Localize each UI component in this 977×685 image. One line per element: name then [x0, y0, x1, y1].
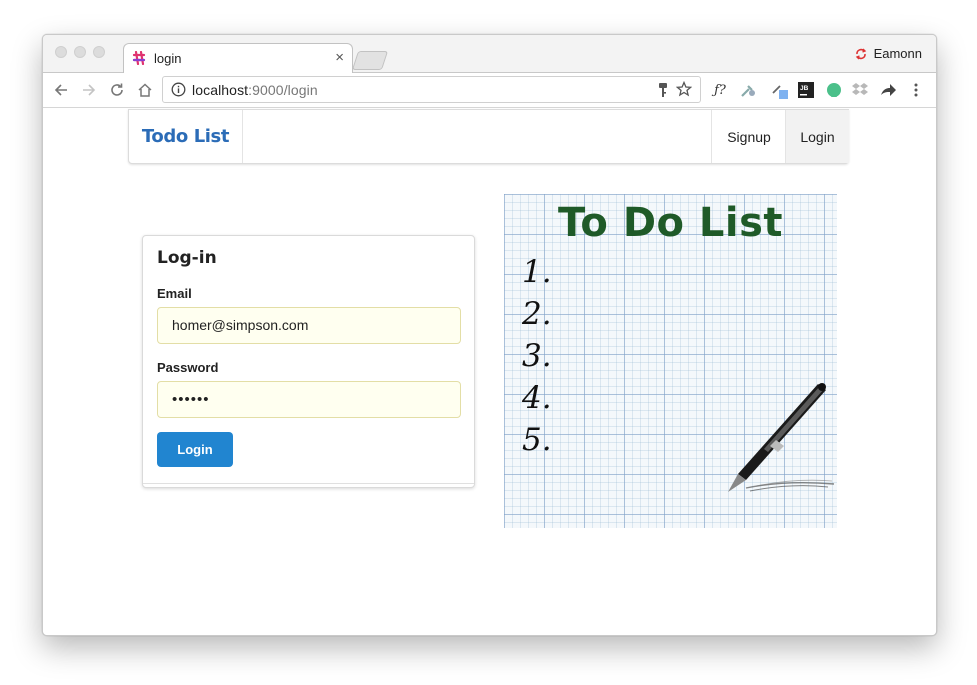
color-picker-extension-icon[interactable] — [771, 81, 789, 99]
password-field[interactable]: •••••• — [157, 381, 461, 418]
back-arrow-icon — [54, 84, 67, 96]
back-button[interactable] — [51, 80, 71, 100]
list-number-1: 1. — [522, 254, 552, 290]
forward-button[interactable] — [79, 80, 99, 100]
sync-error-icon — [855, 48, 866, 59]
bookmark-star-icon[interactable] — [676, 81, 692, 97]
password-label: Password — [157, 360, 219, 375]
profile-button[interactable]: Eamonn — [854, 46, 922, 61]
jetbrains-extension-icon[interactable]: JB — [797, 81, 815, 99]
formula-extension-icon[interactable]: ƒ? — [711, 81, 729, 99]
home-button[interactable] — [135, 80, 155, 100]
email-label: Email — [157, 286, 192, 301]
green-extension-icon[interactable] — [825, 81, 843, 99]
reload-button[interactable] — [107, 80, 127, 100]
list-number-3: 3. — [522, 338, 552, 374]
login-card: Log-in Email homer@simpson.com Password … — [142, 235, 475, 488]
key-icon[interactable] — [656, 82, 670, 98]
browser-window: login × Eamonn localhost:9000/login ƒ? J… — [42, 34, 937, 636]
profile-name: Eamonn — [873, 46, 922, 61]
home-icon — [138, 83, 152, 97]
tab-strip: login × Eamonn — [43, 35, 936, 73]
tab-close-icon[interactable]: × — [335, 49, 344, 67]
list-number-2: 2. — [522, 296, 552, 332]
favicon-icon — [132, 51, 146, 65]
login-heading: Log-in — [157, 248, 217, 268]
nav-signup-link[interactable]: Signup — [711, 110, 786, 163]
address-bar[interactable]: localhost:9000/login — [162, 76, 701, 103]
new-tab-button[interactable] — [351, 51, 389, 70]
login-button[interactable]: Login — [157, 432, 233, 467]
email-field[interactable]: homer@simpson.com — [157, 307, 461, 344]
url-path: :9000/login — [248, 82, 318, 98]
info-icon[interactable] — [171, 82, 186, 97]
brand-link[interactable]: Todo List — [129, 110, 243, 163]
reload-icon — [111, 83, 123, 96]
list-number-4: 4. — [522, 380, 552, 416]
browser-toolbar: localhost:9000/login ƒ? JB — [43, 73, 936, 108]
dropbox-extension-icon[interactable] — [851, 81, 869, 99]
svg-text:JB: JB — [800, 85, 809, 92]
eyedropper-extension-icon[interactable] — [739, 81, 757, 99]
minimize-window-button[interactable] — [74, 46, 86, 58]
todo-list-illustration: To Do List 1. 2. 3. 4. 5. — [504, 194, 837, 528]
forward-arrow-icon — [83, 84, 96, 96]
menu-kebab-icon[interactable] — [907, 81, 925, 99]
tab-login[interactable]: login × — [123, 43, 353, 73]
url-host: localhost — [192, 82, 249, 98]
page-content: Todo List Signup Login Log-in Email home… — [43, 108, 936, 635]
nav-login-link[interactable]: Login — [785, 110, 849, 163]
illustration-heading: To Do List — [557, 200, 784, 246]
list-number-5: 5. — [522, 422, 552, 458]
top-navbar: Todo List Signup Login — [128, 109, 849, 164]
card-divider — [143, 483, 474, 484]
share-arrow-icon[interactable] — [879, 81, 897, 99]
maximize-window-button[interactable] — [93, 46, 105, 58]
url-text[interactable]: localhost:9000/login — [192, 82, 318, 98]
close-window-button[interactable] — [55, 46, 67, 58]
pen-icon — [728, 383, 835, 492]
tab-title: login — [154, 51, 182, 66]
